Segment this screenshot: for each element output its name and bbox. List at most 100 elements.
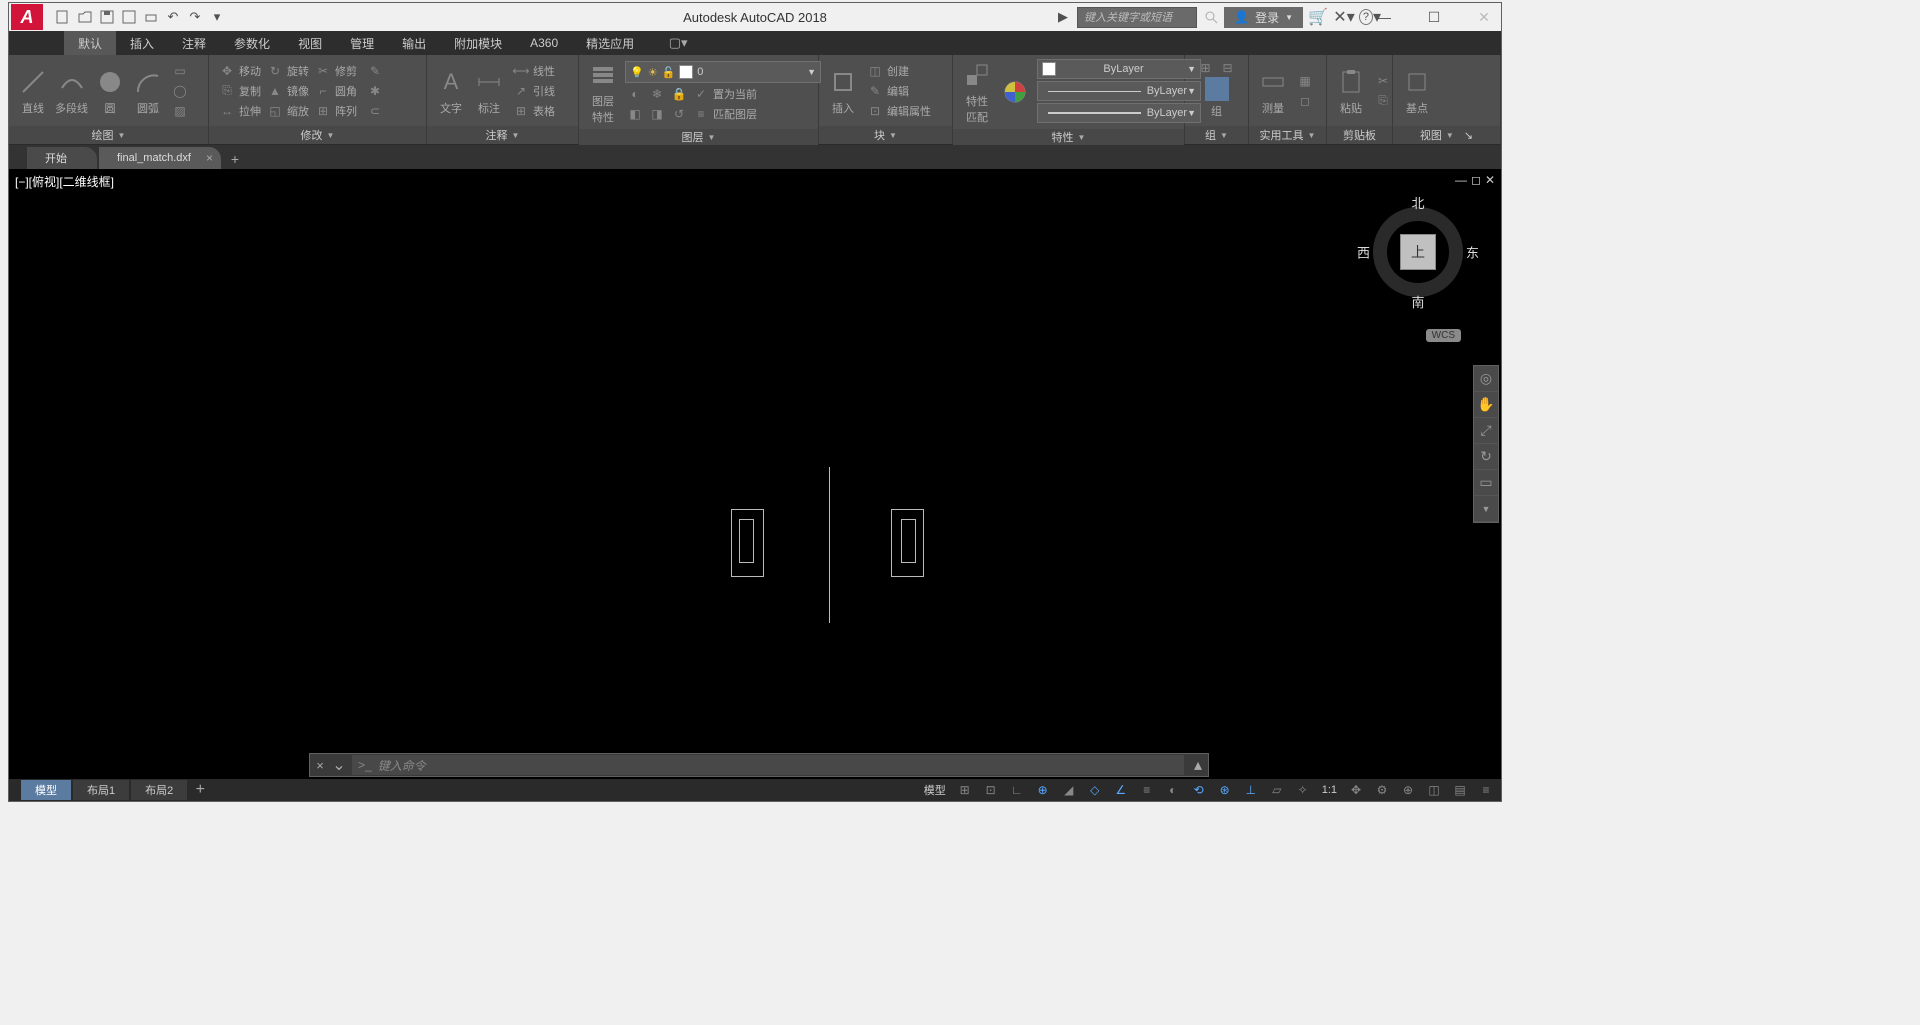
tab-addins[interactable]: 附加模块 bbox=[440, 31, 516, 55]
viewcube-south[interactable]: 南 bbox=[1411, 292, 1424, 311]
table-button[interactable]: ⊞表格 bbox=[511, 102, 557, 120]
panel-annotation-label[interactable]: 注释▼ bbox=[427, 126, 578, 144]
mirror-button[interactable]: ▲镜像 bbox=[265, 82, 311, 100]
autocad-logo[interactable]: A bbox=[11, 4, 43, 30]
panel-properties-label[interactable]: 特性▼ bbox=[953, 129, 1184, 145]
layer-prev-icon[interactable]: ↺ bbox=[669, 105, 689, 123]
cycling-icon[interactable]: ⟲ bbox=[1188, 781, 1210, 799]
edit-attr-button[interactable]: ⊡编辑属性 bbox=[865, 102, 933, 120]
select-icon[interactable]: ◻ bbox=[1295, 92, 1315, 110]
cart-icon[interactable]: 🛒 bbox=[1307, 6, 1329, 28]
move-button[interactable]: ✥移动 bbox=[217, 62, 263, 80]
tab-start[interactable]: 开始 bbox=[27, 147, 97, 169]
match-props-button[interactable]: 特性 匹配 bbox=[961, 59, 993, 125]
3dosnap-icon[interactable]: ⊛ bbox=[1214, 781, 1236, 799]
minimize-button[interactable]: — bbox=[1369, 6, 1399, 28]
tab-file[interactable]: final_match.dxf× bbox=[99, 147, 221, 169]
otrack-icon[interactable]: ∠ bbox=[1110, 781, 1132, 799]
polyline-button[interactable]: 多段线 bbox=[55, 66, 88, 116]
tab-manage[interactable]: 管理 bbox=[336, 31, 388, 55]
orbit-icon[interactable]: ↻ bbox=[1474, 444, 1498, 470]
tab-parametric[interactable]: 参数化 bbox=[220, 31, 284, 55]
save-icon[interactable] bbox=[97, 7, 117, 27]
layout-tab-2[interactable]: 布局2 bbox=[131, 780, 187, 800]
rotate-button[interactable]: ↻旋转 bbox=[265, 62, 311, 80]
edit-block-button[interactable]: ✎编辑 bbox=[865, 82, 933, 100]
scale-button[interactable]: ◱缩放 bbox=[265, 102, 311, 120]
copy-button[interactable]: ⎘复制 bbox=[217, 82, 263, 100]
qat-dropdown-icon[interactable]: ▾ bbox=[207, 7, 227, 27]
ellipse-icon[interactable]: ◯ bbox=[170, 82, 190, 100]
create-block-button[interactable]: ◫创建 bbox=[865, 62, 933, 80]
viewcube-east[interactable]: 东 bbox=[1466, 243, 1479, 262]
customize-icon[interactable]: ≡ bbox=[1475, 781, 1497, 799]
layer-lock-icon[interactable]: 🔒 bbox=[669, 85, 689, 103]
login-button[interactable]: 👤 登录 ▼ bbox=[1224, 7, 1303, 28]
grid-icon[interactable]: ⊞ bbox=[954, 781, 976, 799]
cmdline-close-icon[interactable]: × bbox=[310, 758, 330, 773]
group-button[interactable]: 组 bbox=[1205, 77, 1229, 119]
new-icon[interactable] bbox=[53, 7, 73, 27]
tab-featured[interactable]: 精选应用 bbox=[572, 31, 648, 55]
command-input[interactable]: >_ 键入命令 bbox=[352, 755, 1184, 775]
stretch-button[interactable]: ↔拉伸 bbox=[217, 102, 263, 120]
snap-icon[interactable]: ⊡ bbox=[980, 781, 1002, 799]
layer-freeze-icon[interactable]: ❄ bbox=[647, 85, 667, 103]
color-combo[interactable]: ByLayer▼ bbox=[1037, 59, 1201, 79]
search-nav-icon[interactable]: ▶ bbox=[1053, 7, 1073, 27]
viewcube-top-face[interactable]: 上 bbox=[1400, 234, 1436, 270]
redo-icon[interactable]: ↷ bbox=[185, 7, 205, 27]
trim-button[interactable]: ✂修剪 bbox=[313, 62, 359, 80]
search-input[interactable]: 键入关键字或短语 bbox=[1077, 7, 1197, 28]
insert-block-button[interactable]: 插入 bbox=[827, 66, 859, 116]
tab-insert[interactable]: 插入 bbox=[116, 31, 168, 55]
lineweight-icon[interactable]: ≡ bbox=[1136, 781, 1158, 799]
layout-tab-1[interactable]: 布局1 bbox=[73, 780, 129, 800]
array-button[interactable]: ⊞阵列 bbox=[313, 102, 359, 120]
ortho-icon[interactable]: ∟ bbox=[1006, 781, 1028, 799]
cut-icon[interactable]: ✂ bbox=[1373, 72, 1393, 90]
panel-draw-label[interactable]: 绘图▼ bbox=[9, 126, 208, 144]
close-icon[interactable]: × bbox=[206, 151, 213, 165]
circle-button[interactable]: 圆 bbox=[94, 66, 126, 116]
group-icon[interactable]: ⊞ bbox=[1196, 59, 1216, 77]
erase-icon[interactable]: ✎ bbox=[365, 62, 385, 80]
hatch-icon[interactable]: ▨ bbox=[170, 102, 190, 120]
panel-view-label[interactable]: 视图▼↘ bbox=[1393, 126, 1500, 144]
rectangle-icon[interactable]: ▭ bbox=[170, 62, 190, 80]
measure-button[interactable]: 测量 bbox=[1257, 66, 1289, 116]
tab-a360[interactable]: A360 bbox=[516, 31, 572, 55]
layer-iso-icon[interactable]: ◧ bbox=[625, 105, 645, 123]
tab-annotate[interactable]: 注释 bbox=[168, 31, 220, 55]
wcs-badge[interactable]: WCS bbox=[1426, 329, 1461, 342]
copy-clip-icon[interactable]: ⎘ bbox=[1373, 92, 1393, 110]
new-tab-button[interactable]: + bbox=[223, 149, 247, 169]
ribbon-more-icon[interactable]: ▢▾ bbox=[668, 33, 688, 53]
dynamic-ucs-icon[interactable]: ⊥ bbox=[1240, 781, 1262, 799]
units-icon[interactable]: ◫ bbox=[1423, 781, 1445, 799]
tab-view[interactable]: 视图 bbox=[284, 31, 336, 55]
leader-button[interactable]: ↗引线 bbox=[511, 82, 557, 100]
plot-icon[interactable] bbox=[141, 7, 161, 27]
linear-button[interactable]: ⟷线性 bbox=[511, 62, 557, 80]
drawing-area[interactable]: [−][俯视][二维线框] — ◻ ✕ 上 北 南 东 西 WCS ◎ ✋ ⤢ … bbox=[9, 169, 1501, 801]
calc-icon[interactable]: ▦ bbox=[1295, 72, 1315, 90]
line-button[interactable]: 直线 bbox=[17, 66, 49, 116]
zoom-extents-icon[interactable]: ⤢ bbox=[1474, 418, 1498, 444]
lineweight-combo[interactable]: ByLayer▼ bbox=[1037, 103, 1201, 123]
saveas-icon[interactable] bbox=[119, 7, 139, 27]
status-model-label[interactable]: 模型 bbox=[920, 782, 950, 798]
vp-maximize-icon[interactable]: ◻ bbox=[1471, 173, 1481, 187]
viewport-label[interactable]: [−][俯视][二维线框] bbox=[15, 173, 114, 190]
search-go-icon[interactable] bbox=[1201, 7, 1221, 27]
workspace-icon[interactable]: ⚙ bbox=[1371, 781, 1393, 799]
transparency-icon[interactable]: ◐ bbox=[1162, 781, 1184, 799]
annomon-icon[interactable]: ⊕ bbox=[1397, 781, 1419, 799]
arc-button[interactable]: 圆弧 bbox=[132, 66, 164, 116]
osnap-icon[interactable]: ◇ bbox=[1084, 781, 1106, 799]
base-view-button[interactable]: 基点 bbox=[1401, 66, 1433, 116]
viewcube-west[interactable]: 西 bbox=[1357, 243, 1370, 262]
undo-icon[interactable]: ↶ bbox=[163, 7, 183, 27]
offset-icon[interactable]: ⊂ bbox=[365, 102, 385, 120]
polar-icon[interactable]: ⊕ bbox=[1032, 781, 1054, 799]
